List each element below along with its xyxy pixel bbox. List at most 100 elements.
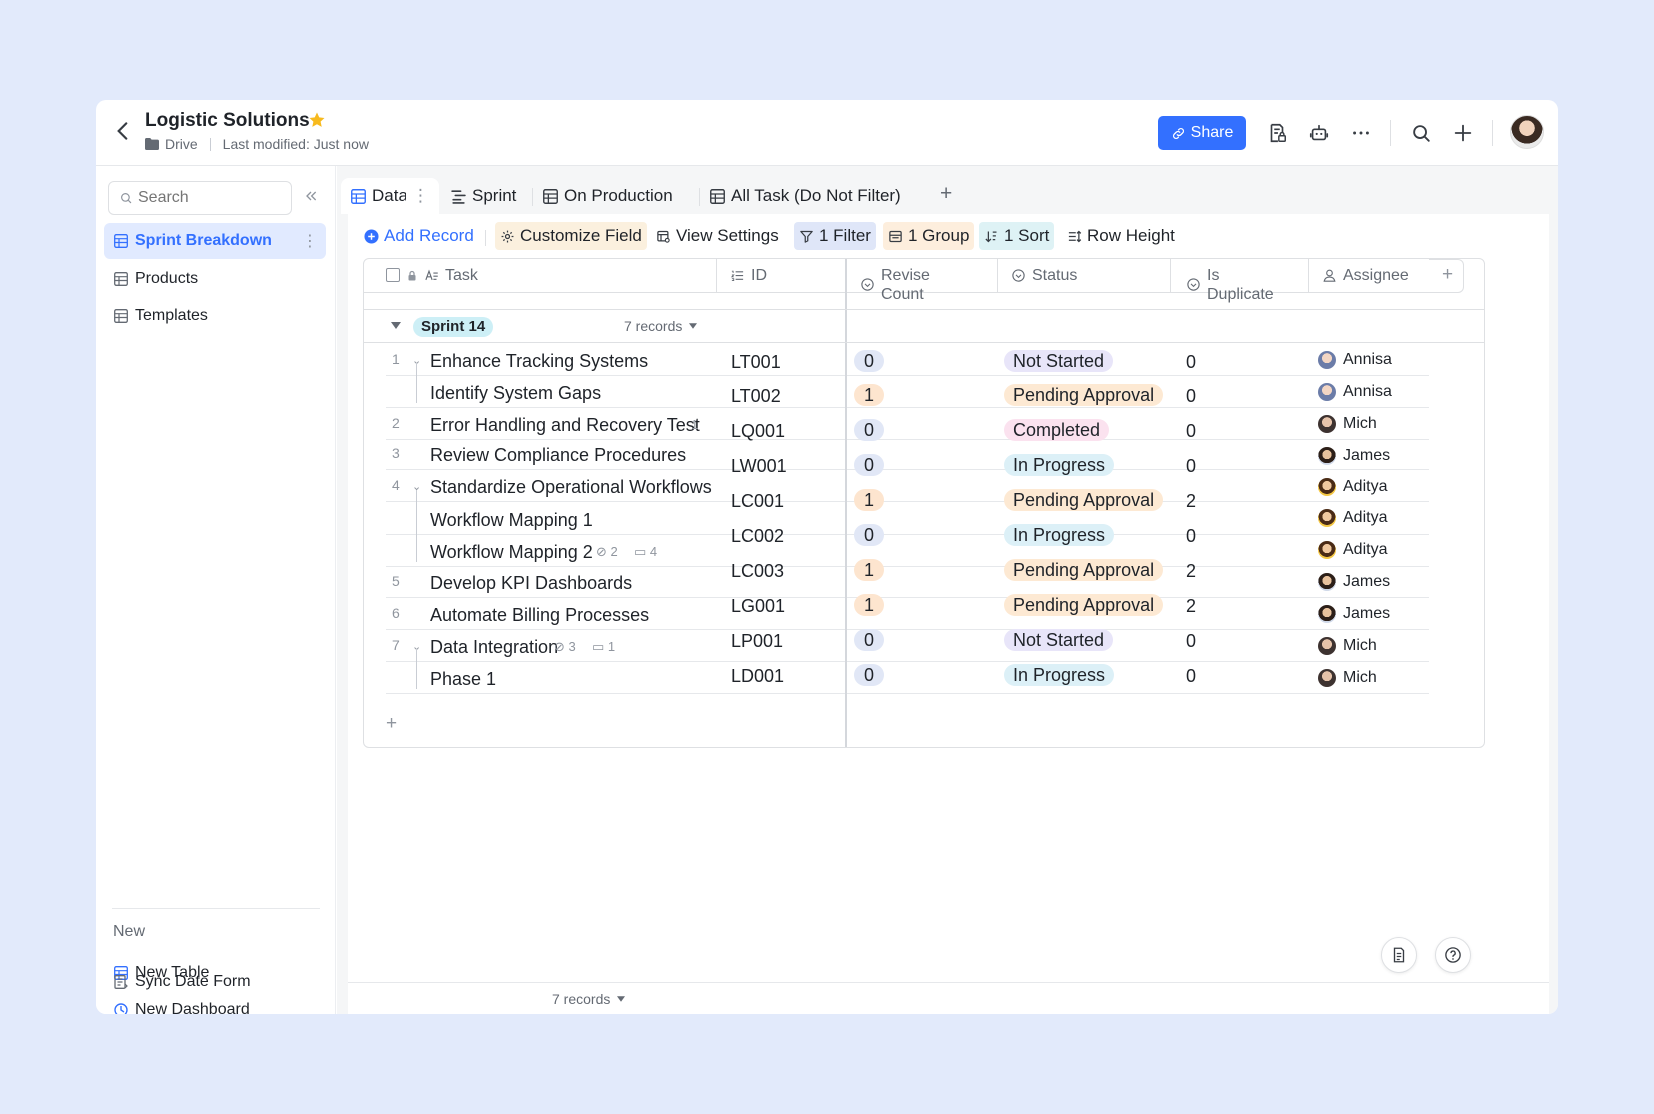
column-label-line: Revise bbox=[881, 267, 930, 284]
task-cell[interactable]: Phase 1 bbox=[430, 669, 496, 690]
back-button[interactable] bbox=[110, 118, 136, 144]
status-badge[interactable]: In Progress bbox=[1004, 664, 1115, 686]
assignee-cell[interactable]: Annisa bbox=[1318, 351, 1392, 369]
id-cell[interactable]: LT002 bbox=[731, 386, 781, 407]
assignee-cell[interactable]: Aditya bbox=[1318, 541, 1387, 559]
is-duplicate-cell[interactable]: 2 bbox=[1186, 491, 1196, 512]
select-all-checkbox[interactable] bbox=[386, 268, 400, 282]
status-badge[interactable]: Not Started bbox=[1004, 629, 1114, 651]
search-input[interactable] bbox=[138, 189, 278, 207]
assignee-cell[interactable]: James bbox=[1318, 573, 1390, 591]
star-icon[interactable] bbox=[308, 111, 326, 129]
create-button[interactable] bbox=[1450, 120, 1476, 146]
id-cell[interactable]: LT001 bbox=[731, 352, 781, 373]
row-height-button[interactable]: Row Height bbox=[1062, 222, 1180, 250]
assignee-cell[interactable]: Mich bbox=[1318, 415, 1377, 433]
status-badge[interactable]: In Progress bbox=[1004, 524, 1115, 546]
column-header-revise-count[interactable]: Revise Count bbox=[846, 259, 997, 303]
column-header-assignee[interactable]: Assignee bbox=[1308, 259, 1429, 293]
id-cell[interactable]: LW001 bbox=[731, 456, 787, 477]
sidebar-item-products[interactable]: Products bbox=[104, 261, 326, 297]
document-settings-button[interactable] bbox=[1264, 120, 1290, 146]
sort-button[interactable]: 1 Sort bbox=[979, 222, 1055, 250]
is-duplicate-cell[interactable]: 0 bbox=[1186, 352, 1196, 373]
status-badge[interactable]: Pending Approval bbox=[1004, 384, 1164, 406]
assignee-cell[interactable]: Annisa bbox=[1318, 383, 1392, 401]
task-cell[interactable]: Automate Billing Processes bbox=[430, 605, 649, 626]
record-panel-button[interactable] bbox=[1381, 937, 1417, 973]
task-cell[interactable]: Workflow Mapping 1 bbox=[430, 510, 593, 531]
collapse-sidebar-button[interactable] bbox=[301, 188, 321, 208]
id-cell[interactable]: LP001 bbox=[731, 631, 783, 652]
help-button[interactable] bbox=[1435, 937, 1471, 973]
add-view-button[interactable]: + bbox=[940, 183, 952, 204]
id-cell[interactable]: LC003 bbox=[731, 561, 784, 582]
folder-name[interactable]: Drive bbox=[165, 136, 198, 152]
assignee-cell[interactable]: Mich bbox=[1318, 637, 1377, 655]
status-badge[interactable]: Not Started bbox=[1004, 350, 1114, 372]
sidebar-search[interactable] bbox=[108, 181, 292, 215]
tab-on-production[interactable]: On Production bbox=[543, 178, 673, 214]
task-cell[interactable]: Standardize Operational Workflows bbox=[430, 477, 712, 498]
sidebar-item-sprint-breakdown[interactable]: Sprint Breakdown ⋮ bbox=[104, 223, 326, 259]
add-record-button[interactable]: Add Record bbox=[359, 222, 479, 250]
sidebar-sync-date-form[interactable]: Sync Date Form bbox=[104, 964, 326, 1000]
id-cell[interactable]: LD001 bbox=[731, 666, 784, 687]
is-duplicate-cell[interactable]: 0 bbox=[1186, 421, 1196, 442]
task-cell[interactable]: Develop KPI Dashboards bbox=[430, 573, 632, 594]
group-button[interactable]: 1 Group bbox=[883, 222, 975, 250]
automation-button[interactable] bbox=[1306, 120, 1332, 146]
task-cell[interactable]: Identify System Gaps bbox=[430, 383, 601, 404]
task-cell[interactable]: Enhance Tracking Systems bbox=[430, 351, 648, 372]
assignee-cell[interactable]: Aditya bbox=[1318, 509, 1387, 527]
column-header-id[interactable]: ID bbox=[716, 259, 846, 293]
customize-field-button[interactable]: Customize Field bbox=[495, 222, 647, 250]
view-settings-button[interactable]: View Settings bbox=[651, 222, 784, 250]
status-badge[interactable]: Completed bbox=[1004, 419, 1110, 441]
is-duplicate-cell[interactable]: 2 bbox=[1186, 596, 1196, 617]
sidebar-item-label: Products bbox=[135, 270, 199, 287]
status-badge[interactable]: Pending Approval bbox=[1004, 489, 1164, 511]
more-options-button[interactable] bbox=[1348, 120, 1374, 146]
tab-sprint[interactable]: Sprint bbox=[451, 178, 516, 214]
search-button[interactable] bbox=[1408, 120, 1434, 146]
assignee-cell[interactable]: James bbox=[1318, 447, 1390, 465]
is-duplicate-cell[interactable]: 0 bbox=[1186, 666, 1196, 687]
caret-down-icon[interactable] bbox=[391, 322, 401, 330]
is-duplicate-cell[interactable]: 0 bbox=[1186, 386, 1196, 407]
assignee-cell[interactable]: James bbox=[1318, 605, 1390, 623]
task-cell[interactable]: Review Compliance Procedures bbox=[430, 445, 686, 466]
tab-all-task[interactable]: All Task (Do Not Filter) bbox=[710, 178, 901, 214]
share-button[interactable]: Share bbox=[1158, 116, 1246, 150]
status-badge[interactable]: In Progress bbox=[1004, 454, 1115, 476]
group-record-count[interactable]: 7 records bbox=[624, 318, 698, 334]
is-duplicate-cell[interactable]: 0 bbox=[1186, 456, 1196, 477]
tab-more-icon[interactable]: ⋮ bbox=[412, 186, 429, 206]
filter-button[interactable]: 1 Filter bbox=[794, 222, 876, 250]
column-header-is-duplicate[interactable]: Is Duplicate bbox=[1170, 259, 1308, 303]
id-cell[interactable]: LG001 bbox=[731, 596, 785, 617]
status-badge[interactable]: Pending Approval bbox=[1004, 594, 1164, 616]
user-avatar[interactable] bbox=[1510, 115, 1544, 149]
assignee-cell[interactable]: Mich bbox=[1318, 669, 1377, 687]
column-header-status[interactable]: Status bbox=[997, 259, 1170, 293]
id-cell[interactable]: LC002 bbox=[731, 526, 784, 547]
id-cell[interactable]: LC001 bbox=[731, 491, 784, 512]
status-badge[interactable]: Pending Approval bbox=[1004, 559, 1164, 581]
task-cell[interactable]: Error Handling and Recovery Test bbox=[430, 415, 700, 436]
tab-data[interactable]: Data ⋮ bbox=[341, 178, 439, 214]
more-vertical-icon[interactable]: ⋮ bbox=[302, 231, 318, 251]
assignee-cell[interactable]: Aditya bbox=[1318, 478, 1387, 496]
add-column-button[interactable]: + bbox=[1442, 264, 1453, 286]
sidebar-item-templates[interactable]: Templates bbox=[104, 298, 326, 334]
is-duplicate-cell[interactable]: 0 bbox=[1186, 631, 1196, 652]
task-cell[interactable]: Workflow Mapping 2 bbox=[430, 542, 593, 563]
subtask-count: 1 bbox=[691, 417, 699, 432]
add-row-button[interactable]: + bbox=[386, 713, 397, 735]
column-header-task[interactable]: Task bbox=[364, 259, 716, 293]
id-cell[interactable]: LQ001 bbox=[731, 421, 785, 442]
task-cell[interactable]: Data Integration bbox=[430, 637, 558, 658]
total-record-count[interactable]: 7 records bbox=[552, 991, 626, 1007]
is-duplicate-cell[interactable]: 0 bbox=[1186, 526, 1196, 547]
is-duplicate-cell[interactable]: 2 bbox=[1186, 561, 1196, 582]
